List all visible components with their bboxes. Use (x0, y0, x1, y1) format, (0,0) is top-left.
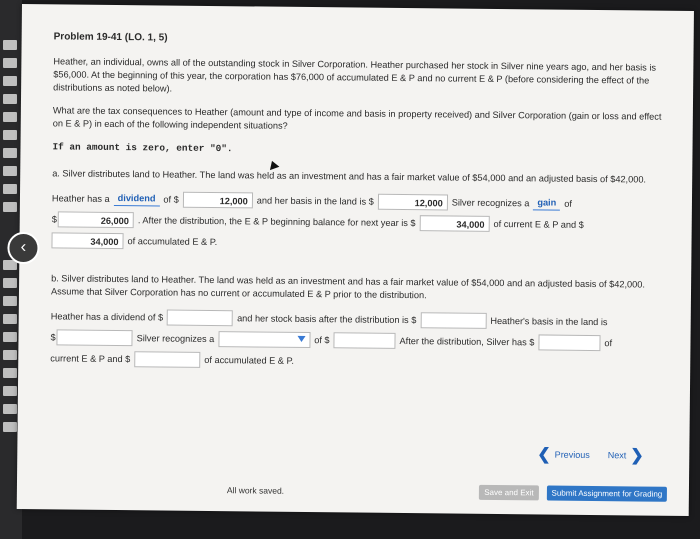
save-and-exit-button[interactable]: Save and Exit (478, 484, 539, 501)
dollar-sign: $ (50, 331, 56, 342)
next-label: Next (607, 450, 627, 461)
dividend-amount-input[interactable] (167, 309, 234, 327)
previous-label: Previous (554, 449, 590, 460)
gain-loss-select[interactable] (218, 331, 311, 349)
part-b: b. Silver distributes land to Heather. T… (50, 272, 671, 372)
label: . After the distribution, the E & P begi… (137, 214, 416, 228)
submit-assignment-button[interactable]: Submit Assignment for Grading (546, 485, 667, 502)
label: and her stock basis after the distributi… (237, 312, 417, 325)
problem-question: What are the tax consequences to Heather… (52, 105, 662, 131)
save-status: All work saved. (226, 485, 285, 496)
label: of accumulated E & P. (127, 235, 218, 247)
current-ep-input[interactable]: 34,000 (419, 215, 490, 232)
label: of $ (314, 334, 330, 345)
label: and her basis in the land is $ (256, 194, 374, 207)
label: of $ (163, 193, 179, 205)
problem-intro: Heather, an individual, owns all of the … (53, 56, 657, 94)
chevron-down-icon (297, 335, 306, 342)
problem-title: Problem 19-41 (LO. 1, 5) (53, 31, 168, 44)
label: of accumulated E & P. (204, 354, 295, 366)
accumulated-ep-input[interactable] (134, 351, 201, 368)
label: Heather's basis in the land is (490, 315, 608, 327)
gain-amount-input[interactable]: 26,000 (57, 211, 134, 229)
land-basis-input[interactable] (56, 329, 133, 347)
chevron-left-icon: ❮ (537, 446, 551, 464)
next-button[interactable]: Next ❯ (608, 445, 644, 465)
land-basis-input[interactable]: 12,000 (377, 193, 448, 211)
question-nav: ❮ Previous Next ❯ (537, 444, 644, 465)
zero-hint: If an amount is zero, enter "0". (52, 141, 233, 155)
previous-button[interactable]: ❮ Previous (537, 444, 590, 465)
income-type-dropdown[interactable]: dividend (113, 191, 160, 207)
assignment-window: ‹ Problem 19-41 (LO. 1, 5) Heather, an i… (7, 4, 694, 517)
part-a: a. Silver distributes land to Heather. T… (51, 167, 672, 254)
part-b-prompt: b. Silver distributes land to Heather. T… (50, 273, 645, 301)
gain-amount-input[interactable] (333, 332, 396, 349)
chevron-right-icon: ❯ (630, 447, 644, 465)
part-a-prompt: a. Silver distributes land to Heather. T… (52, 168, 647, 185)
label: Heather has a (51, 192, 110, 204)
accumulated-ep-input[interactable]: 34,000 (51, 232, 124, 250)
label: After the distribution, Silver has $ (399, 335, 535, 347)
dollar-sign: $ (51, 213, 57, 224)
stock-basis-input[interactable] (420, 312, 487, 329)
label: current E & P and $ (50, 352, 131, 364)
problem-content: Problem 19-41 (LO. 1, 5) Heather, an ind… (50, 30, 674, 377)
label: Heather has a dividend of $ (50, 310, 164, 322)
label: of (604, 337, 613, 348)
label: Silver recognizes a (451, 197, 530, 208)
current-ep-input[interactable] (538, 334, 601, 352)
label: of current E & P and $ (493, 218, 584, 230)
label: of (564, 198, 572, 209)
footer-bar: All work saved. Save and Exit Submit Ass… (17, 476, 689, 505)
label: Silver recognizes a (136, 332, 215, 344)
chevron-left-icon[interactable]: ‹ (7, 231, 40, 265)
gain-loss-dropdown[interactable]: gain (533, 196, 561, 211)
dividend-amount-input[interactable]: 12,000 (182, 191, 253, 209)
